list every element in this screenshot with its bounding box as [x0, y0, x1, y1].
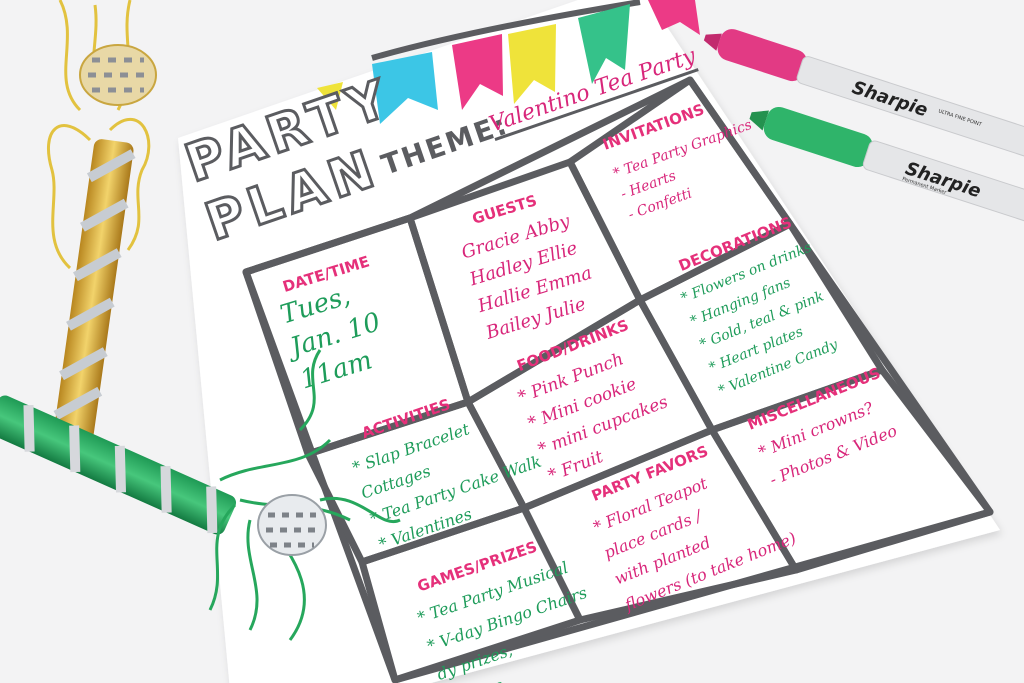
photo-scene: PARTY PLAN THEME: Valentino Tea Party IN… [0, 0, 1024, 683]
green-horn-roll [257, 494, 327, 556]
